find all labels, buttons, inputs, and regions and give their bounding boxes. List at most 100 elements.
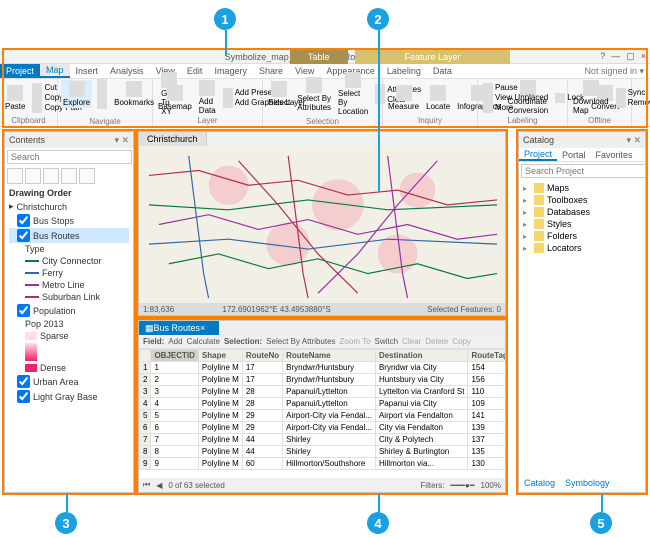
- table-column-header[interactable]: Destination: [375, 350, 468, 362]
- table-column-header[interactable]: RouteNo: [242, 350, 282, 362]
- pause-icon: [483, 83, 493, 93]
- layer-urban-area[interactable]: Urban Area: [9, 374, 129, 389]
- group-label: Selection: [266, 117, 379, 126]
- bookmarks-button[interactable]: Bookmarks: [112, 80, 156, 108]
- table-row[interactable]: 44Polyline M28Papanui/LytteltonPapanui v…: [140, 398, 506, 410]
- table-row[interactable]: 99Polyline M60Hillmorton/SouthshoreHillm…: [140, 458, 506, 470]
- sync-button[interactable]: Sync: [614, 88, 650, 98]
- catalog-search-input[interactable]: [521, 164, 646, 178]
- layer-population[interactable]: Population: [9, 303, 129, 318]
- table-nav-prev[interactable]: ◀: [156, 481, 162, 490]
- map-frame[interactable]: ▸ Christchurch: [9, 200, 129, 213]
- layer-light-gray-base[interactable]: Light Gray Base: [9, 389, 129, 404]
- table-selected-count: 0 of 63 selected: [168, 481, 224, 490]
- catalog-item[interactable]: ▸Locators: [523, 242, 641, 254]
- table-column-header[interactable]: RouteTag: [468, 350, 505, 362]
- locate-icon: [430, 85, 446, 101]
- catalog-item[interactable]: ▸Toolboxes: [523, 194, 641, 206]
- table-select-by-attributes[interactable]: Select By Attributes: [266, 337, 335, 346]
- table-filters-label: Filters:: [420, 481, 444, 490]
- context-tab-table[interactable]: Table: [290, 50, 348, 64]
- table-switch-selection[interactable]: Switch: [375, 337, 399, 346]
- group-label: Clipboard: [3, 116, 54, 126]
- table-row[interactable]: 55Polyline M29Airport-City via Fendal...…: [140, 410, 506, 422]
- copy-icon: [32, 93, 42, 103]
- table-column-header[interactable]: [140, 350, 151, 362]
- tab-project[interactable]: Project: [0, 64, 40, 78]
- catalog-tab-portal[interactable]: Portal: [557, 148, 591, 161]
- table-row[interactable]: 88Polyline M44ShirleyShirley & Burlingto…: [140, 446, 506, 458]
- download-map-button[interactable]: Download Map: [571, 79, 611, 116]
- tab-labeling[interactable]: Labeling: [381, 64, 427, 78]
- nav-prev[interactable]: [95, 89, 109, 99]
- map-canvas[interactable]: [139, 146, 505, 303]
- nav-next[interactable]: [95, 99, 109, 109]
- catalog-tab-project[interactable]: Project: [519, 148, 557, 161]
- footer-tab-symbology[interactable]: Symbology: [560, 478, 615, 492]
- table-column-header[interactable]: Shape: [198, 350, 242, 362]
- table-row[interactable]: 77Polyline M44ShirleyCity & Polytech137I…: [140, 434, 506, 446]
- layer-bus-stops[interactable]: Bus Stops: [9, 213, 129, 228]
- contents-toolbar: [5, 166, 133, 184]
- nav-zoom-full[interactable]: [95, 79, 109, 89]
- table-copy[interactable]: Copy: [452, 337, 471, 346]
- list-by-snapping-icon[interactable]: [79, 168, 95, 184]
- map-tab[interactable]: Christchurch: [139, 132, 207, 146]
- contents-pin-icon[interactable]: ▾ ✕: [114, 135, 129, 146]
- catalog-pin-icon[interactable]: ▾ ✕: [626, 135, 641, 146]
- table-zoom-to[interactable]: Zoom To: [340, 337, 371, 346]
- catalog-item[interactable]: ▸Styles: [523, 218, 641, 230]
- list-by-selection-icon[interactable]: [43, 168, 59, 184]
- contents-search-input[interactable]: [7, 150, 132, 164]
- list-by-source-icon[interactable]: [25, 168, 41, 184]
- tab-data[interactable]: Data: [427, 64, 458, 78]
- prev-icon: [97, 89, 107, 99]
- table-nav-first[interactable]: ⏮: [143, 480, 150, 490]
- attribute-table-grid[interactable]: OBJECTIDShapeRouteNoRouteNameDestination…: [139, 349, 505, 478]
- pop-dense: Dense: [9, 362, 129, 374]
- table-column-header[interactable]: RouteName: [283, 350, 376, 362]
- tab-edit[interactable]: Edit: [181, 64, 209, 78]
- catalog-item[interactable]: ▸Folders: [523, 230, 641, 242]
- select-by-attributes-button[interactable]: Select By Attributes: [295, 76, 333, 113]
- table-add-field[interactable]: Add: [168, 337, 182, 346]
- signin-status[interactable]: Not signed in ▾: [578, 64, 650, 78]
- explore-button[interactable]: Explore: [61, 80, 92, 108]
- layer-bus-routes[interactable]: Bus Routes: [9, 228, 129, 243]
- more-labeling-button[interactable]: More: [481, 103, 550, 113]
- table-clear-selection[interactable]: Clear: [402, 337, 421, 346]
- cut-icon: [32, 83, 42, 93]
- paste-button[interactable]: Paste: [3, 84, 27, 112]
- pop-gradient: [9, 342, 129, 362]
- list-by-drawing-order-icon[interactable]: [7, 168, 23, 184]
- table-delete[interactable]: Delete: [425, 337, 448, 346]
- table-row[interactable]: 22Polyline M17Bryndwr/HuntsburyHuntsbury…: [140, 374, 506, 386]
- table-column-header[interactable]: OBJECTID: [151, 350, 198, 362]
- table-row[interactable]: 11Polyline M17Bryndwr/HuntsburyBryndwr v…: [140, 362, 506, 374]
- tab-imagery[interactable]: Imagery: [208, 64, 253, 78]
- view-unplaced-button[interactable]: View Unplaced: [481, 93, 550, 103]
- footer-tab-catalog[interactable]: Catalog: [519, 478, 560, 492]
- select-button[interactable]: Select: [266, 80, 292, 108]
- table-calculate[interactable]: Calculate: [187, 337, 220, 346]
- download-icon: [583, 80, 599, 96]
- copy-path-icon: [32, 103, 42, 113]
- remove-offline-button[interactable]: Remove: [614, 98, 650, 108]
- table-row[interactable]: 33Polyline M28Papanui/LytteltonLyttelton…: [140, 386, 506, 398]
- table-row[interactable]: 66Polyline M29Airport-City via Fendal...…: [140, 422, 506, 434]
- measure-button[interactable]: Measure: [386, 84, 421, 112]
- basemap-button[interactable]: Basemap: [156, 84, 194, 112]
- add-data-button[interactable]: Add Data: [197, 79, 218, 116]
- pause-labels-button[interactable]: Pause: [481, 83, 550, 93]
- group-label: Inquiry: [386, 116, 474, 126]
- map-view[interactable]: Christchurch 1:83,636 172.6: [138, 131, 506, 316]
- select-by-location-button[interactable]: Select By Location: [336, 71, 370, 117]
- locate-button[interactable]: Locate: [424, 84, 452, 112]
- list-by-editing-icon[interactable]: [61, 168, 77, 184]
- catalog-tab-favorites[interactable]: Favorites: [591, 148, 638, 161]
- group-label: Labeling: [481, 116, 564, 126]
- map-scale[interactable]: 1:83,636: [143, 305, 174, 314]
- table-tab[interactable]: ▦ Bus Routes ×: [139, 321, 219, 335]
- catalog-item[interactable]: ▸Databases: [523, 206, 641, 218]
- catalog-item[interactable]: ▸Maps: [523, 182, 641, 194]
